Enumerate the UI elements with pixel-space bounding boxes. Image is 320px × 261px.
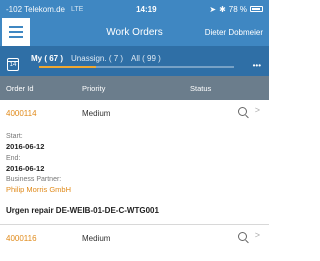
- bluetooth-icon: ✱: [219, 4, 226, 14]
- user-name[interactable]: Dieter Dobmeier: [205, 28, 263, 37]
- tab-my[interactable]: My ( 67 ): [31, 54, 63, 63]
- tab-unassigned[interactable]: Unassign. ( 7 ): [71, 54, 123, 63]
- carrier-label: -102 Telekom.de: [6, 4, 65, 14]
- app-header: Work Orders Dieter Dobmeier: [0, 18, 269, 46]
- app-screen: -102 Telekom.de LTE 14:19 ➤ ✱ 78 % Work …: [0, 0, 269, 261]
- order-description: Urgen repair DE-WEIB-01-DE-C-WTG001: [6, 206, 159, 215]
- end-label: End:: [6, 155, 21, 162]
- order-priority: Medium: [82, 234, 111, 243]
- chevron-right-icon[interactable]: >: [255, 105, 260, 115]
- battery-label: 78 %: [228, 4, 247, 14]
- chevron-right-icon[interactable]: >: [255, 230, 260, 240]
- start-value: 2016-06-12: [6, 142, 45, 151]
- more-icon[interactable]: •••: [253, 61, 261, 70]
- partner-value[interactable]: Philip Morris GmbH: [6, 185, 71, 194]
- clock: 14:19: [136, 4, 157, 14]
- column-order-id[interactable]: Order Id: [6, 84, 34, 93]
- order-id[interactable]: 4000116: [6, 234, 37, 243]
- order-row[interactable]: 4000114 Medium > Start: 2016-06-12 End: …: [0, 100, 269, 204]
- column-status[interactable]: Status: [190, 84, 211, 93]
- start-label: Start:: [6, 133, 23, 140]
- column-header: Order Id Priority Status: [0, 76, 269, 100]
- location-icon: ➤: [209, 4, 217, 14]
- calendar-icon[interactable]: 14: [7, 57, 19, 71]
- active-tab-indicator: [39, 66, 96, 68]
- tab-list: My ( 67 ) Unassign. ( 7 ) All ( 99 ): [31, 54, 161, 63]
- column-priority[interactable]: Priority: [82, 84, 105, 93]
- order-row[interactable]: 4000116 Medium >: [0, 225, 269, 261]
- status-bar: -102 Telekom.de LTE 14:19 ➤ ✱ 78 %: [0, 0, 269, 18]
- order-description-row: Urgen repair DE-WEIB-01-DE-C-WTG001: [0, 203, 269, 225]
- tabs-bar: 14 My ( 67 ) Unassign. ( 7 ) All ( 99 ) …: [0, 46, 269, 76]
- end-value: 2016-06-12: [6, 164, 45, 173]
- status-icon[interactable]: [238, 107, 247, 116]
- status-icon[interactable]: [238, 232, 247, 241]
- network-label: LTE: [71, 5, 84, 13]
- battery-icon: [250, 6, 263, 12]
- hamburger-icon[interactable]: [2, 18, 30, 46]
- partner-label: Business Partner:: [6, 176, 62, 183]
- order-priority: Medium: [82, 109, 111, 118]
- order-id[interactable]: 4000114: [6, 109, 37, 118]
- tab-all[interactable]: All ( 99 ): [131, 54, 161, 63]
